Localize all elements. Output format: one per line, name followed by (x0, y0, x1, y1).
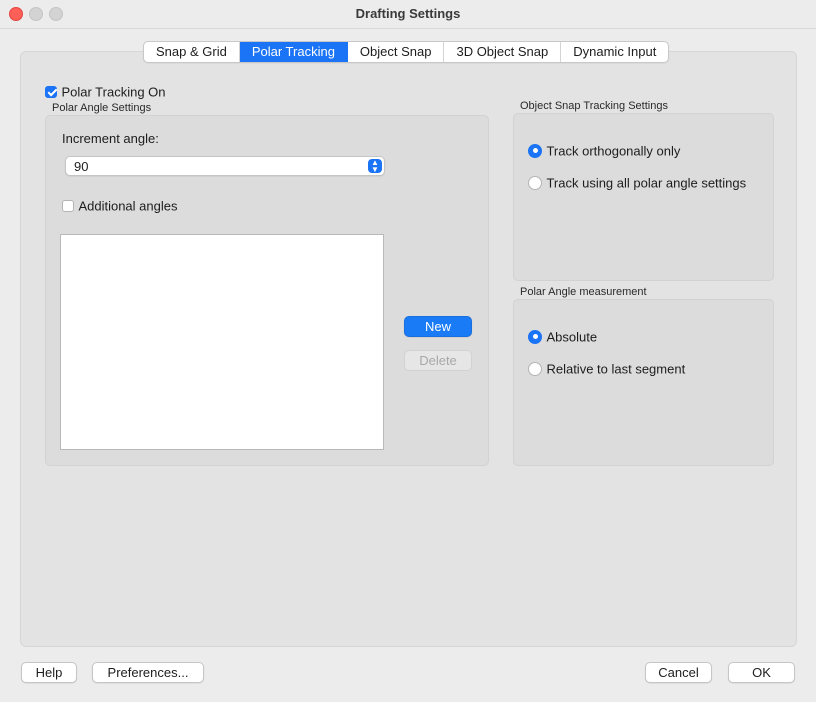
polar-tracking-on-row[interactable]: Polar Tracking On (45, 83, 166, 101)
absolute-label: Absolute (546, 329, 598, 345)
drafting-settings-window: Drafting Settings Snap & Grid Polar Trac… (0, 0, 816, 702)
tab-3d-object-snap[interactable]: 3D Object Snap (444, 42, 562, 62)
new-angle-button[interactable]: New (404, 316, 472, 337)
polar-tracking-on-checkbox[interactable] (45, 85, 57, 98)
polar-measurement-group (513, 299, 774, 466)
track-orthogonally-label: Track orthogonally only (546, 143, 681, 159)
osnap-tracking-title: Object Snap Tracking Settings (520, 100, 668, 112)
polar-tracking-on-label: Polar Tracking On (61, 84, 166, 100)
osnap-tracking-group (513, 113, 774, 281)
increment-angle-value: 90 (74, 159, 89, 174)
additional-angles-list[interactable] (60, 234, 384, 450)
relative-last-segment-option[interactable]: Relative to last segment (528, 360, 685, 378)
increment-angle-select[interactable]: 90 ▲ ▼ (65, 156, 385, 176)
tab-polar-tracking[interactable]: Polar Tracking (239, 42, 348, 62)
delete-angle-button[interactable]: Delete (404, 350, 472, 371)
additional-angles-label: Additional angles (78, 198, 178, 214)
polar-angle-settings-title: Polar Angle Settings (52, 102, 152, 114)
absolute-radio[interactable] (528, 329, 542, 344)
track-orthogonally-radio[interactable] (528, 143, 542, 158)
track-all-polar-radio[interactable] (528, 175, 542, 190)
relative-last-segment-label: Relative to last segment (546, 361, 686, 377)
absolute-option[interactable]: Absolute (528, 328, 597, 346)
polar-measurement-title: Polar Angle measurement (520, 286, 647, 298)
preferences-button[interactable]: Preferences... (92, 662, 204, 683)
additional-angles-checkbox[interactable] (62, 199, 74, 212)
cancel-button[interactable]: Cancel (645, 662, 712, 683)
track-orthogonally-option[interactable]: Track orthogonally only (528, 142, 680, 160)
tab-object-snap[interactable]: Object Snap (348, 42, 445, 62)
window-title: Drafting Settings (355, 6, 461, 21)
chevron-up-down-icon: ▲ ▼ (368, 159, 382, 174)
additional-angles-row[interactable]: Additional angles (62, 197, 177, 215)
increment-angle-label: Increment angle: (62, 131, 159, 146)
track-all-polar-option[interactable]: Track using all polar angle settings (528, 174, 746, 192)
track-all-polar-label: Track using all polar angle settings (546, 175, 747, 191)
tab-snap-grid[interactable]: Snap & Grid (144, 42, 240, 62)
tab-dynamic-input[interactable]: Dynamic Input (561, 42, 668, 62)
ok-button[interactable]: OK (728, 662, 795, 683)
relative-last-segment-radio[interactable] (528, 361, 542, 376)
help-button[interactable]: Help (21, 662, 77, 683)
title-bar: Drafting Settings (0, 0, 816, 29)
tab-bar: Snap & Grid Polar Tracking Object Snap 3… (143, 41, 670, 63)
